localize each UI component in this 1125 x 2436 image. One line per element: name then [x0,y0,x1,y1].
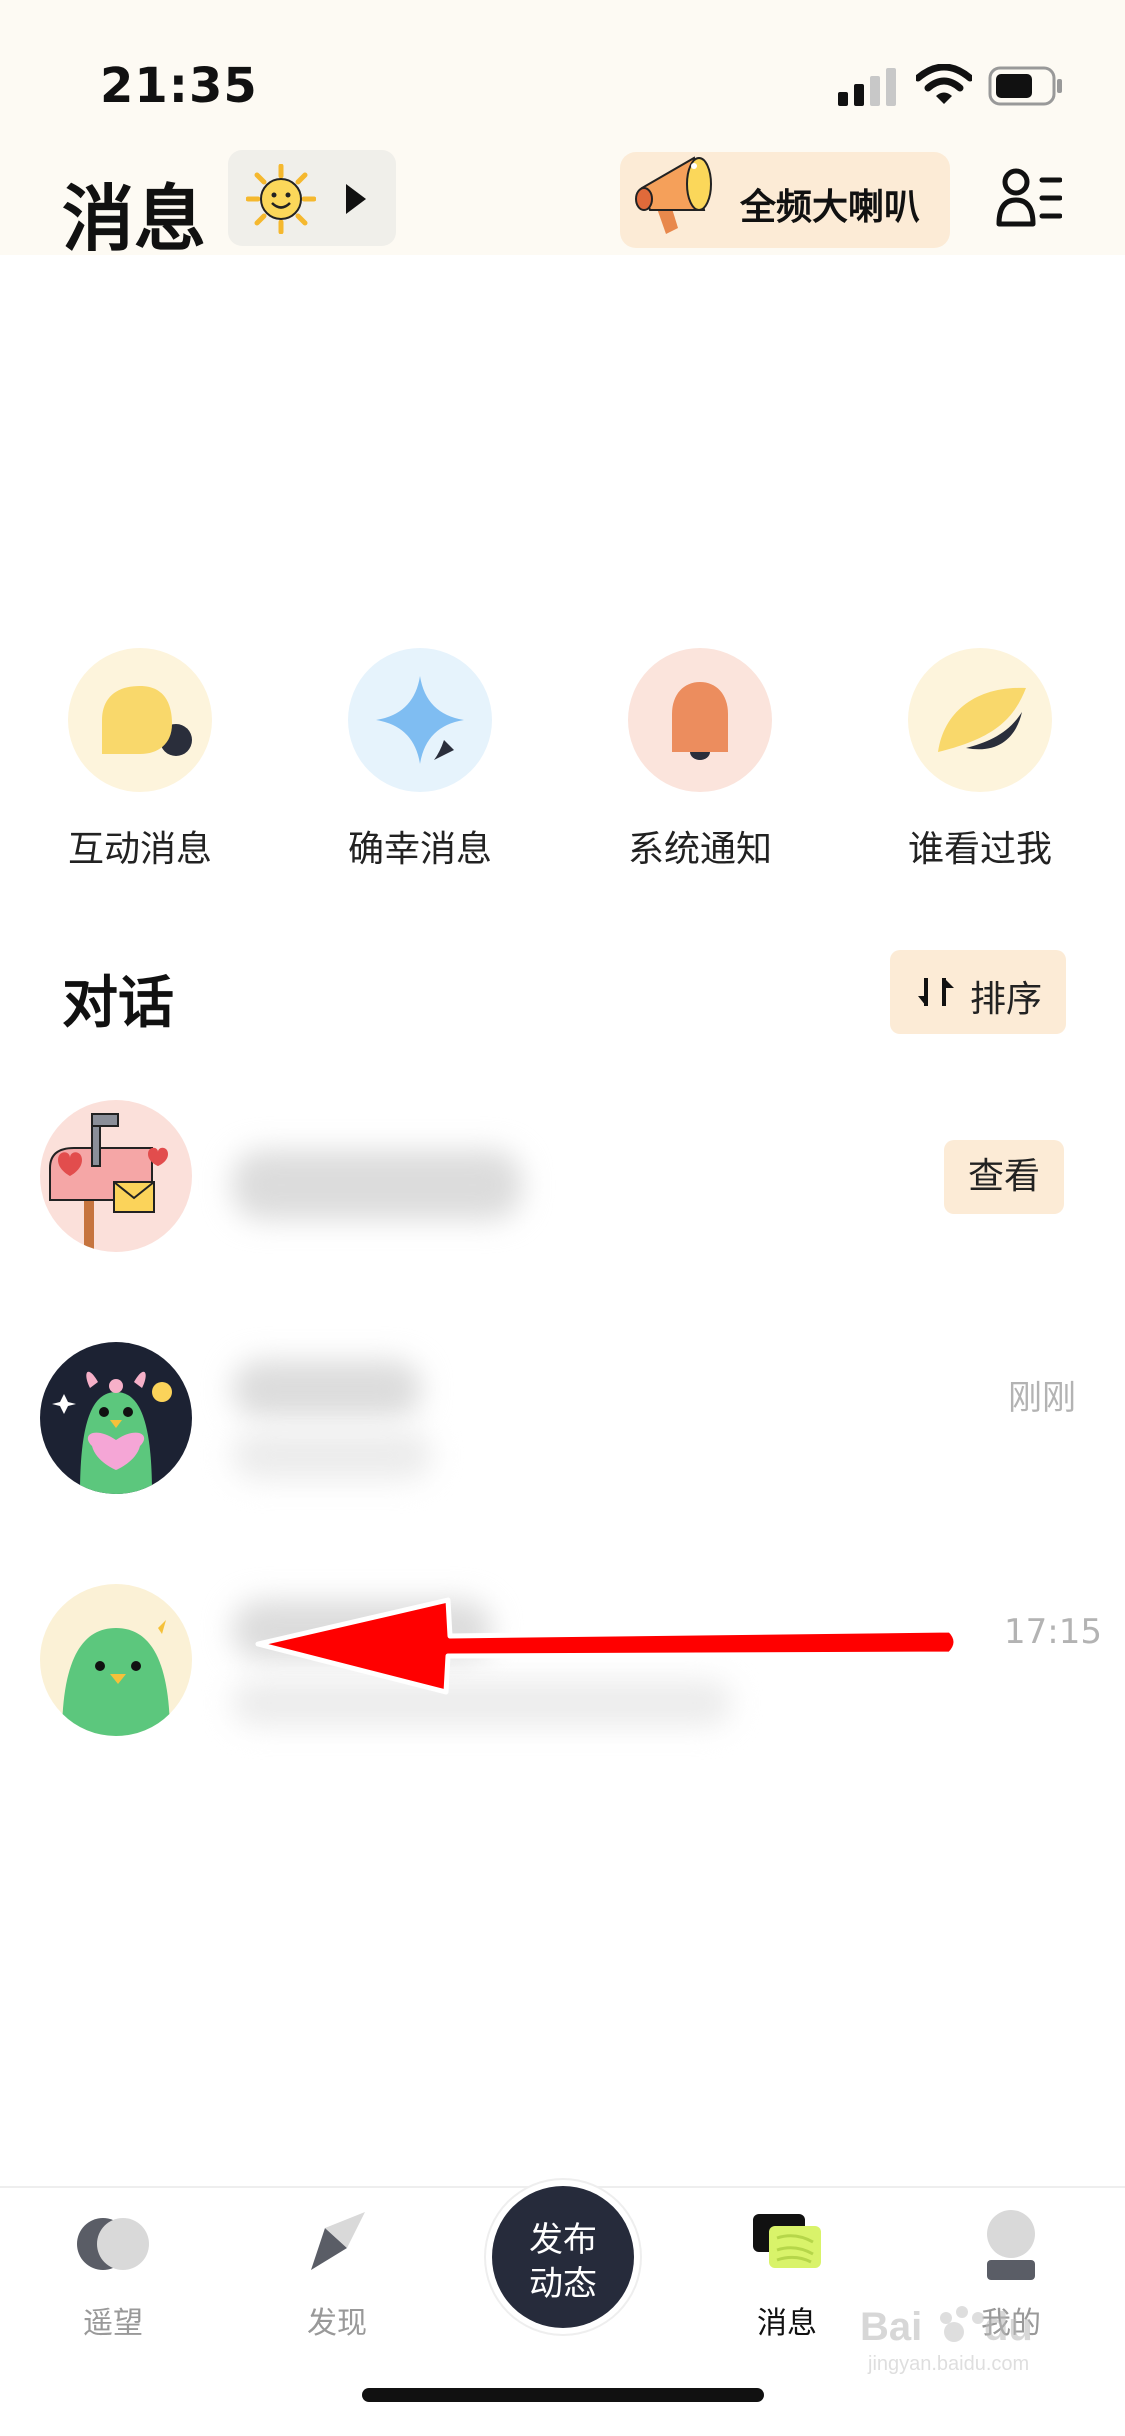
section-title: 对话 [62,971,174,1036]
svg-text:du: du [984,2305,1033,2349]
cellular-signal-icon [838,68,896,106]
publish-button[interactable]: 发布 动态 [492,2186,634,2328]
blurred-conversation-preview [232,1430,432,1480]
view-button[interactable]: 查看 [944,1140,1064,1214]
broadcast-label: 全频大喇叭 [740,187,921,228]
compass-icon [311,2212,365,2270]
tab-messages[interactable]: 消息 [712,2204,862,2354]
shortcut-system-notice[interactable]: 系统通知 [600,648,800,870]
tab-label: 遥望 [83,2306,143,2341]
shortcut-visitors[interactable]: 谁看过我 [880,648,1080,870]
shortcut-label: 确幸消息 [347,829,492,870]
mailbox-avatar [40,1100,192,1252]
home-indicator [362,2388,764,2402]
status-time: 21:35 [100,58,258,114]
svg-text:Bai: Bai [860,2305,922,2349]
shortcut-interactions[interactable]: 互动消息 [40,648,240,870]
shortcut-lucky-messages[interactable]: 确幸消息 [320,648,520,870]
broadcast-button[interactable]: 全频大喇叭 [620,152,950,248]
blurred-conversation-name [232,1150,522,1220]
play-arrow-icon [346,184,366,214]
tab-label: 发现 [307,2306,367,2341]
sort-icon [918,978,954,1006]
svg-text:jingyan.baidu.com: jingyan.baidu.com [867,2353,1029,2375]
shortcut-icon-bg [908,648,1052,792]
battery-icon [988,66,1062,106]
annotation-arrow [255,1597,959,1695]
green-bird-avatar [40,1584,192,1736]
publish-label-line2: 动态 [529,2264,597,2304]
profile-icon [987,2210,1035,2280]
conversation-time: 17:15 [1004,1612,1102,1652]
baidu-watermark-logo: Bai du jingyan.baidu.com [860,2305,1033,2375]
shortcut-icon-bg [68,648,212,792]
shortcut-label: 系统通知 [627,829,772,870]
sparkle-icon [376,676,464,764]
moons-icon [77,2218,149,2270]
wifi-icon [916,64,972,104]
contacts-list-icon[interactable] [996,166,1062,228]
speech-bubble-icon [102,686,192,756]
message-icon [753,2214,821,2268]
green-bird-bow-avatar [40,1342,192,1494]
sun-icon [246,164,316,234]
tab-label: 消息 [757,2306,817,2341]
sort-button[interactable]: 排序 [890,950,1066,1034]
shortcut-icon-bg [348,648,492,792]
tab-discover[interactable]: 发现 [262,2204,412,2354]
shortcut-icon-bg [628,648,772,792]
tab-yaowang[interactable]: 遥望 [38,2204,188,2354]
page-title: 消息 [62,177,207,261]
megaphone-icon [635,156,712,234]
leaf-icon [938,687,1026,752]
blurred-conversation-name [232,1360,422,1418]
shortcut-label: 互动消息 [67,829,212,870]
conversation-time: 刚刚 [1008,1378,1076,1418]
bell-icon [672,682,728,760]
shortcut-label: 谁看过我 [907,829,1052,870]
sort-label: 排序 [970,979,1043,1020]
publish-label-line1: 发布 [529,2220,597,2260]
mood-status-button[interactable] [228,150,396,246]
